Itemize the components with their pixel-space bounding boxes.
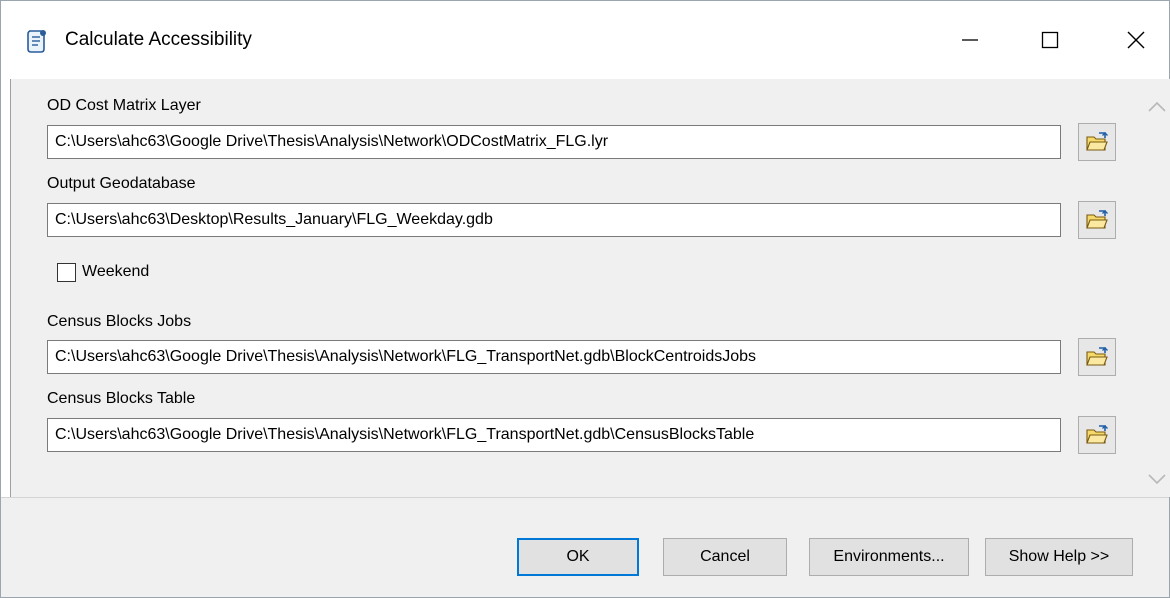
ok-button[interactable]: OK: [517, 538, 639, 576]
show-help-button[interactable]: Show Help >>: [985, 538, 1133, 576]
open-folder-icon: [1086, 347, 1108, 366]
title-bar[interactable]: Calculate Accessibility: [1, 1, 1169, 79]
weekend-label[interactable]: Weekend: [82, 263, 149, 281]
calculate-accessibility-dialog: Calculate Accessibility OD Cost Matrix L…: [0, 0, 1170, 598]
cancel-button[interactable]: Cancel: [663, 538, 787, 576]
census-blocks-table-input[interactable]: C:\Users\ahc63\Google Drive\Thesis\Analy…: [47, 418, 1061, 452]
chevron-down-icon[interactable]: [1146, 473, 1168, 487]
census-blocks-table-label: Census Blocks Table: [47, 390, 196, 407]
census-blocks-jobs-label: Census Blocks Jobs: [47, 313, 192, 330]
maximize-button[interactable]: [1021, 13, 1079, 67]
browse-od-cost-matrix-button[interactable]: [1078, 123, 1116, 161]
open-folder-icon: [1086, 210, 1108, 229]
vertical-scrollbar[interactable]: [1142, 79, 1170, 497]
dialog-title: Calculate Accessibility: [65, 29, 252, 50]
maximize-icon: [1041, 31, 1059, 49]
environments-button[interactable]: Environments...: [809, 538, 969, 576]
script-tool-icon: [27, 30, 46, 53]
open-folder-icon: [1086, 425, 1108, 444]
od-cost-matrix-input[interactable]: C:\Users\ahc63\Google Drive\Thesis\Analy…: [47, 125, 1061, 159]
output-geodatabase-input[interactable]: C:\Users\ahc63\Desktop\Results_January\F…: [47, 203, 1061, 237]
browse-output-geodatabase-button[interactable]: [1078, 201, 1116, 239]
close-button[interactable]: [1107, 13, 1165, 67]
browse-census-blocks-jobs-button[interactable]: [1078, 338, 1116, 376]
minimize-button[interactable]: [941, 13, 999, 67]
output-geodatabase-label: Output Geodatabase: [47, 175, 196, 192]
open-folder-icon: [1086, 132, 1108, 151]
minimize-icon: [962, 39, 978, 41]
weekend-checkbox[interactable]: [57, 263, 76, 282]
browse-census-blocks-table-button[interactable]: [1078, 416, 1116, 454]
chevron-up-icon[interactable]: [1146, 99, 1168, 113]
od-cost-matrix-label: OD Cost Matrix Layer: [47, 97, 201, 114]
close-icon: [1127, 31, 1145, 49]
census-blocks-jobs-input[interactable]: C:\Users\ahc63\Google Drive\Thesis\Analy…: [47, 340, 1061, 374]
